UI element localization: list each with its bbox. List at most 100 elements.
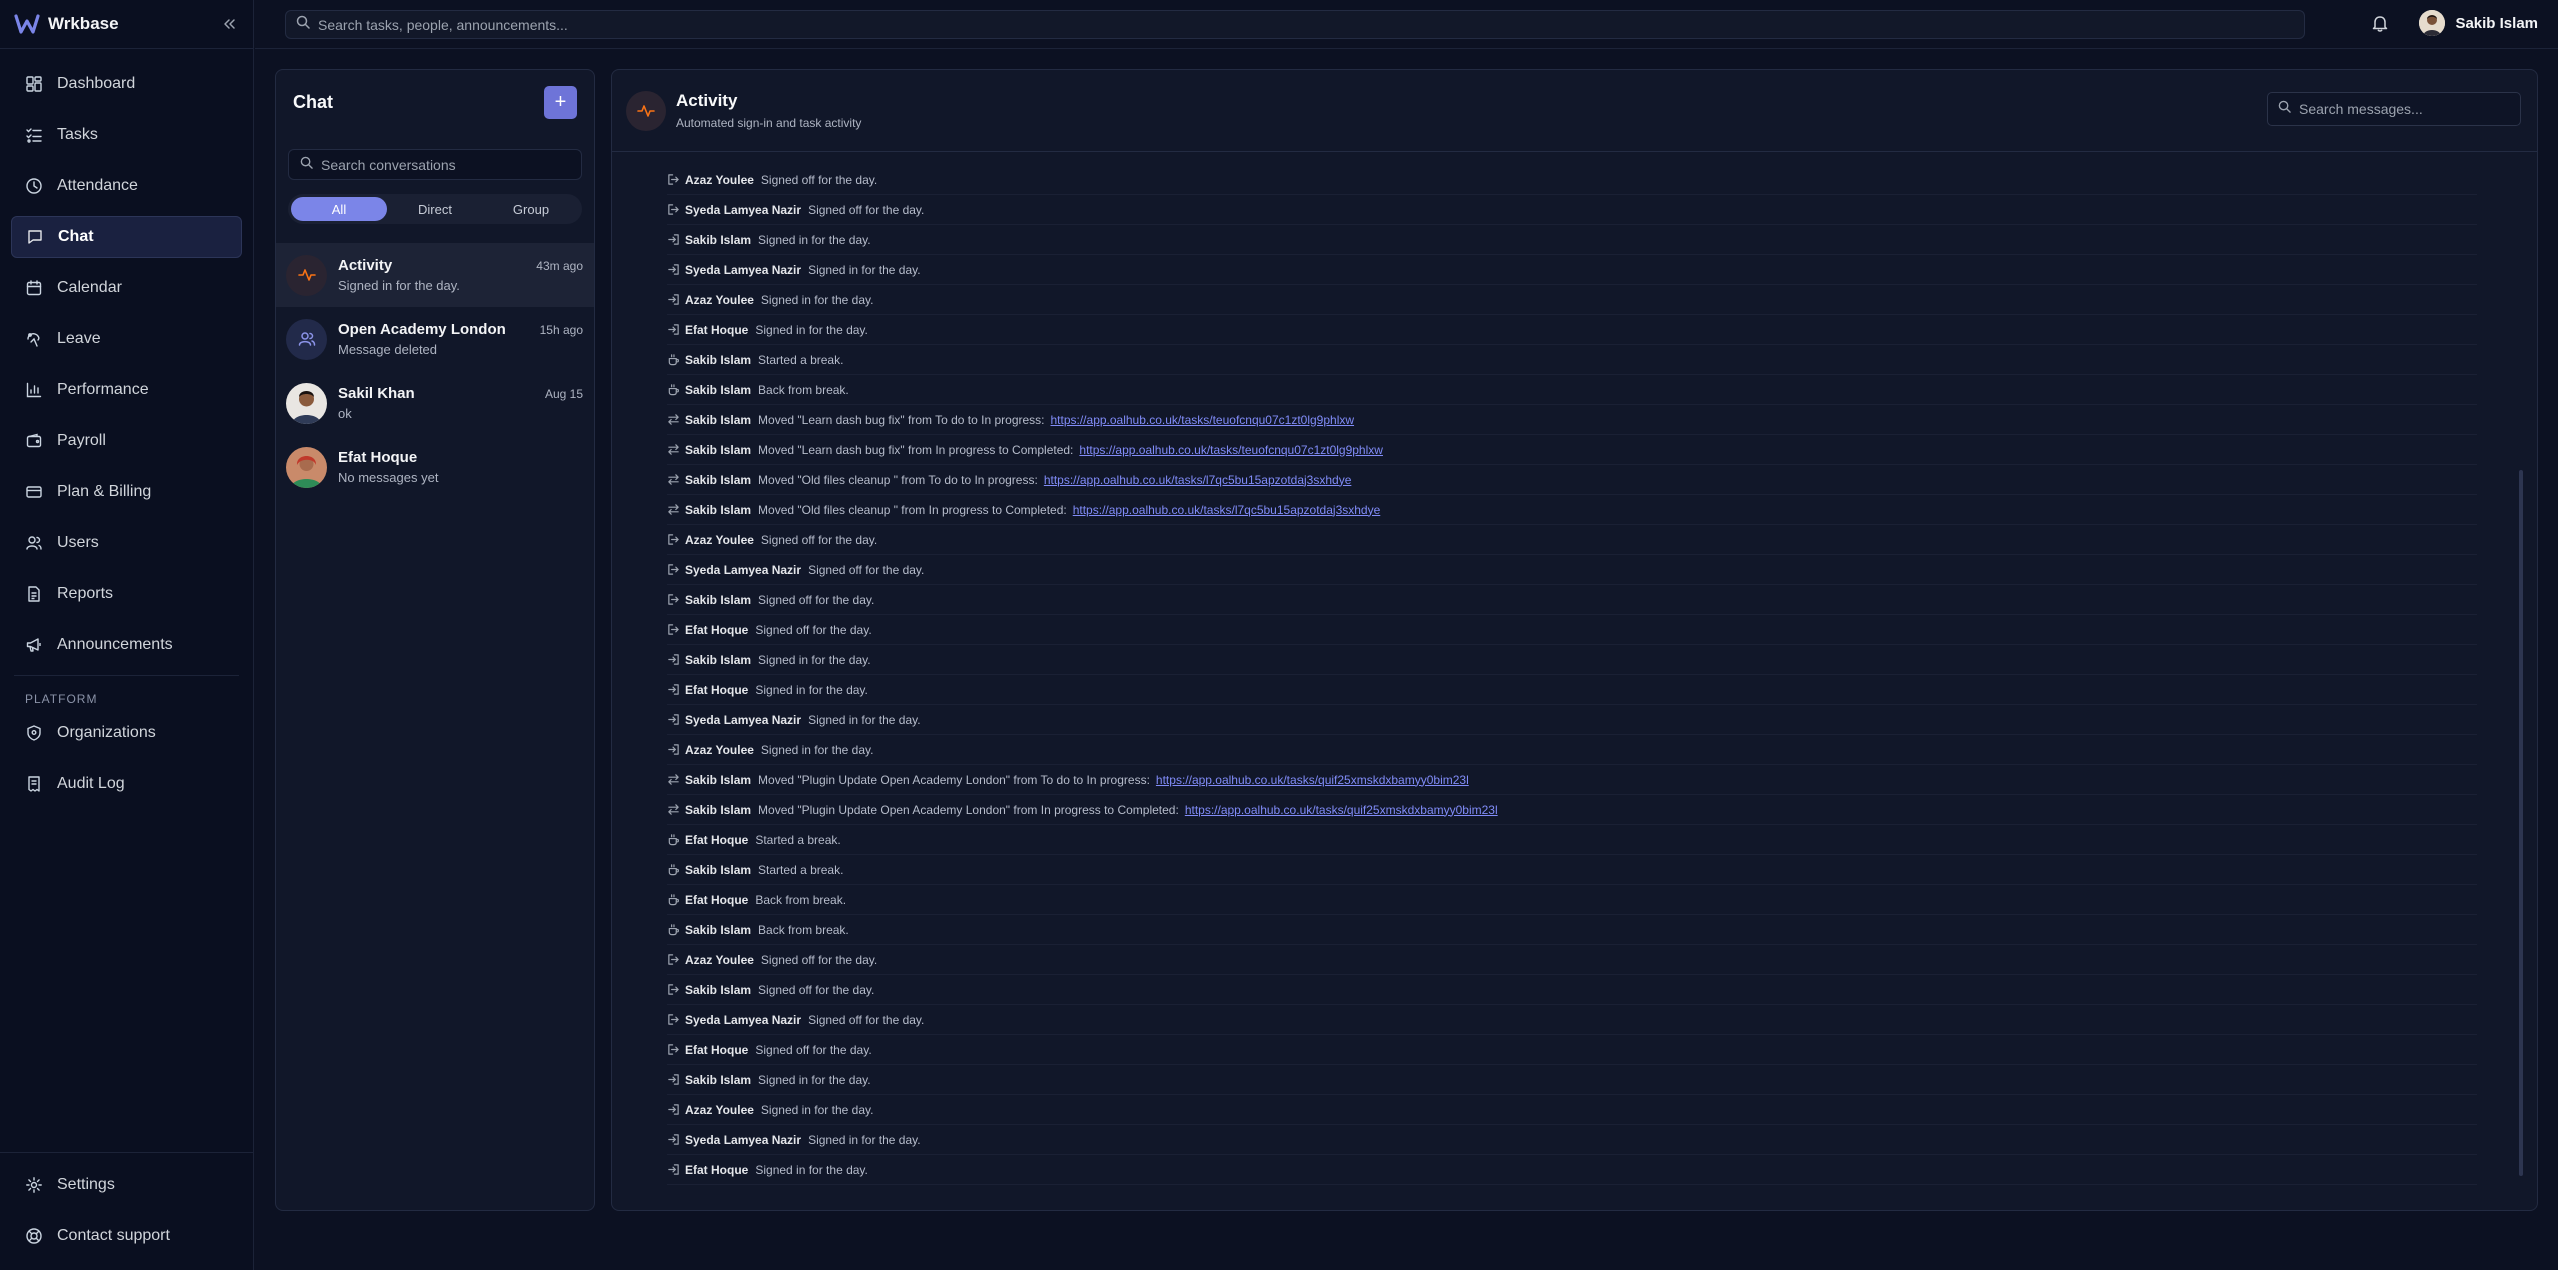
wrkbase-logo-icon[interactable] (14, 11, 40, 37)
search-icon (296, 15, 310, 34)
conversation-search[interactable] (288, 149, 582, 180)
task-link[interactable]: https://app.oalhub.co.uk/tasks/quif25xms… (1156, 773, 1469, 787)
sidebar-item-announcements[interactable]: Announcements (11, 624, 242, 666)
sidebar-item-label: Organizations (57, 724, 156, 741)
sidebar-item-performance[interactable]: Performance (11, 369, 242, 411)
conversation-activity[interactable]: Activity Signed in for the day. 43m ago (276, 243, 594, 307)
activity-user[interactable]: Efat Hoque (685, 1043, 748, 1057)
task-link[interactable]: https://app.oalhub.co.uk/tasks/l7qc5bu15… (1044, 473, 1352, 487)
activity-user[interactable]: Efat Hoque (685, 833, 748, 847)
activity-user[interactable]: Azaz Youlee (685, 743, 754, 757)
conversation-list: Activity Signed in for the day. 43m ago … (276, 243, 594, 499)
activity-text: Back from break. (758, 382, 849, 397)
activity-user[interactable]: Sakib Islam (685, 383, 751, 397)
activity-user[interactable]: Syeda Lamyea Nazir (685, 1013, 801, 1027)
sidebar-item-label: Leave (57, 330, 101, 347)
activity-user[interactable]: Syeda Lamyea Nazir (685, 563, 801, 577)
activity-user[interactable]: Syeda Lamyea Nazir (685, 203, 801, 217)
activity-user[interactable]: Sakib Islam (685, 413, 751, 427)
activity-user[interactable]: Sakib Islam (685, 593, 751, 607)
sidebar-item-attendance[interactable]: Attendance (11, 165, 242, 207)
activity-row: Efat Hoque Signed in for the day. (667, 675, 2477, 705)
move-icon (667, 413, 680, 426)
conversation-efat-hoque[interactable]: Efat Hoque No messages yet (276, 435, 594, 499)
activity-user[interactable]: Syeda Lamyea Nazir (685, 713, 801, 727)
activity-user[interactable]: Sakib Islam (685, 773, 751, 787)
activity-text: Moved "Old files cleanup " from To do to… (758, 472, 1038, 487)
sign-in-icon (667, 263, 680, 276)
sidebar-item-chat[interactable]: Chat (11, 216, 242, 258)
activity-text: Signed off for the day. (760, 532, 878, 547)
activity-text: Moved "Learn dash bug fix" from To do to… (758, 412, 1045, 427)
activity-user[interactable]: Sakib Islam (685, 923, 751, 937)
global-search-input[interactable] (318, 16, 2226, 33)
wallet-icon (25, 432, 43, 450)
activity-user[interactable]: Azaz Youlee (685, 173, 754, 187)
activity-user[interactable]: Sakib Islam (685, 443, 751, 457)
sidebar-item-calendar[interactable]: Calendar (11, 267, 242, 309)
task-link[interactable]: https://app.oalhub.co.uk/tasks/teuofcnqu… (1051, 413, 1355, 427)
bell-icon[interactable] (2370, 13, 2392, 35)
activity-user[interactable]: Sakib Islam (685, 503, 751, 517)
activity-user[interactable]: Azaz Youlee (685, 533, 754, 547)
activity-user[interactable]: Sakib Islam (685, 1073, 751, 1087)
conversation-open-academy-london[interactable]: Open Academy London Message deleted 15h … (276, 307, 594, 371)
activity-user[interactable]: Sakib Islam (685, 803, 751, 817)
activity-user[interactable]: Sakib Islam (685, 233, 751, 247)
task-link[interactable]: https://app.oalhub.co.uk/tasks/teuofcnqu… (1079, 443, 1383, 457)
conversation-sakil-khan[interactable]: Sakil Khan ok Aug 15 (276, 371, 594, 435)
sign-in-icon (667, 293, 680, 306)
activity-user[interactable]: Azaz Youlee (685, 953, 754, 967)
sign-in-icon (667, 1133, 680, 1146)
sidebar-item-contact-support[interactable]: Contact support (11, 1215, 242, 1257)
activity-user[interactable]: Efat Hoque (685, 323, 748, 337)
sidebar-item-settings[interactable]: Settings (11, 1164, 242, 1206)
sidebar-item-reports[interactable]: Reports (11, 573, 242, 615)
task-link[interactable]: https://app.oalhub.co.uk/tasks/quif25xms… (1185, 803, 1498, 817)
message-search-input[interactable] (2299, 101, 2505, 117)
feed-scrollbar[interactable] (2519, 470, 2523, 1176)
user-menu[interactable]: Sakib Islam (2419, 10, 2538, 36)
sidebar-item-plan-billing[interactable]: Plan & Billing (11, 471, 242, 513)
filter-tab-group[interactable]: Group (483, 197, 579, 221)
global-search[interactable] (285, 10, 2305, 39)
sidebar-item-organizations[interactable]: Organizations (11, 712, 242, 754)
message-search[interactable] (2267, 92, 2521, 126)
activity-user[interactable]: Efat Hoque (685, 623, 748, 637)
activity-text: Moved "Old files cleanup " from In progr… (758, 502, 1067, 517)
activity-user[interactable]: Azaz Youlee (685, 1103, 754, 1117)
activity-user[interactable]: Syeda Lamyea Nazir (685, 263, 801, 277)
task-link[interactable]: https://app.oalhub.co.uk/tasks/l7qc5bu15… (1073, 503, 1381, 517)
sidebar-item-tasks[interactable]: Tasks (11, 114, 242, 156)
activity-user[interactable]: Sakib Islam (685, 653, 751, 667)
activity-text: Signed off for the day. (755, 1042, 872, 1057)
filter-tab-all[interactable]: All (291, 197, 387, 221)
filter-tab-direct[interactable]: Direct (387, 197, 483, 221)
nav-section-platform: PLATFORM (25, 692, 98, 706)
coffee-icon (667, 383, 680, 396)
activity-user[interactable]: Azaz Youlee (685, 293, 754, 307)
activity-user[interactable]: Efat Hoque (685, 683, 748, 697)
activity-feed: Azaz Youlee Signed off for the day. Syeda … (612, 153, 2537, 1210)
search-icon (300, 156, 313, 174)
conversation-search-input[interactable] (321, 156, 560, 173)
sidebar-item-audit-log[interactable]: Audit Log (11, 763, 242, 805)
activity-user[interactable]: Sakib Islam (685, 353, 751, 367)
activity-user[interactable]: Syeda Lamyea Nazir (685, 1133, 801, 1147)
sidebar-item-leave[interactable]: Leave (11, 318, 242, 360)
activity-row: Sakib Islam Moved "Old files cleanup " fr… (667, 495, 2477, 525)
activity-row: Sakib Islam Moved "Plugin Update Open Aca… (667, 795, 2477, 825)
new-chat-button[interactable]: + (544, 86, 577, 119)
activity-user[interactable]: Sakib Islam (685, 983, 751, 997)
sidebar-item-payroll[interactable]: Payroll (11, 420, 242, 462)
activity-user[interactable]: Sakib Islam (685, 863, 751, 877)
collapse-sidebar-icon[interactable] (219, 14, 239, 34)
activity-user[interactable]: Sakib Islam (685, 473, 751, 487)
activity-user[interactable]: Efat Hoque (685, 893, 748, 907)
sidebar-item-dashboard[interactable]: Dashboard (11, 63, 242, 105)
coffee-icon (667, 893, 680, 906)
receipt-icon (25, 775, 43, 793)
sidebar-item-users[interactable]: Users (11, 522, 242, 564)
sign-in-icon (667, 1073, 680, 1086)
activity-user[interactable]: Efat Hoque (685, 1163, 748, 1177)
